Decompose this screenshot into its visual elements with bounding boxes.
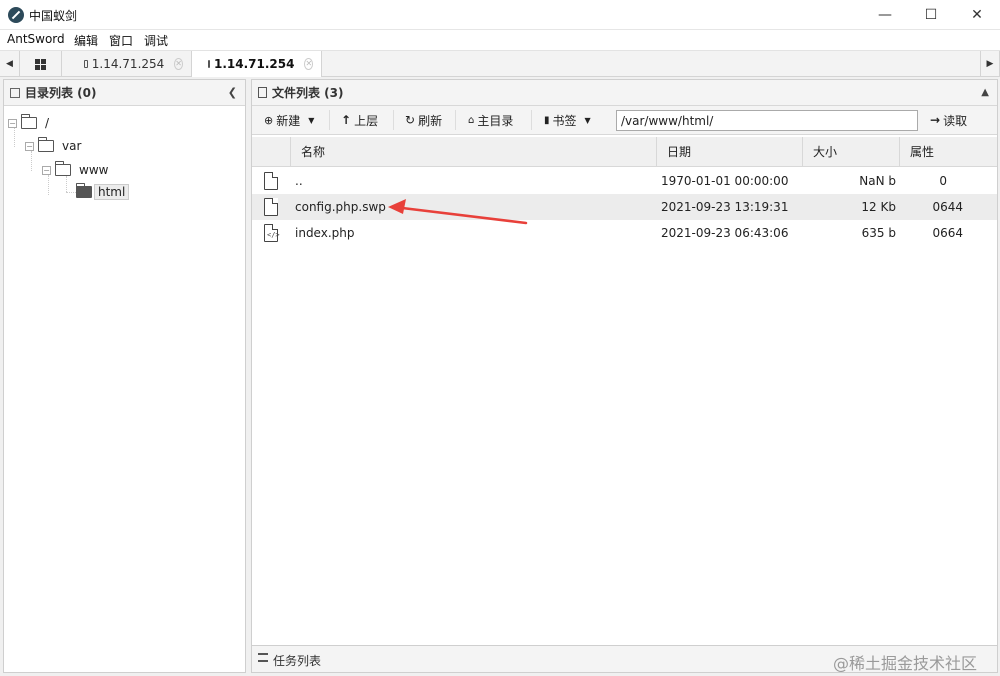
- arrow-right-icon: →: [930, 113, 941, 127]
- title-bar: 中国蚁剑 — ☐ ✕: [0, 0, 1000, 30]
- tree-node-label-selected: html: [94, 184, 130, 200]
- refresh-button[interactable]: ↻ 刷新: [399, 110, 448, 130]
- tree-node-root[interactable]: − /: [8, 114, 50, 130]
- tab-shell-2[interactable]: 1.14.71.254 ✕: [192, 51, 322, 77]
- tree-node-html[interactable]: html: [76, 183, 130, 200]
- annotation-arrow-icon: [388, 199, 528, 225]
- menu-window[interactable]: 窗口: [109, 32, 133, 49]
- tab-close-icon[interactable]: ✕: [174, 58, 183, 70]
- column-attr[interactable]: 属性: [899, 137, 997, 167]
- file-panel-header: 文件列表 (3) ▲: [252, 80, 997, 106]
- tab-label: 1.14.71.254: [91, 57, 165, 71]
- file-attr: 0644: [932, 200, 963, 214]
- folder-open-icon: [76, 183, 92, 198]
- tab-scroll-left-icon[interactable]: ◀: [0, 51, 20, 77]
- file-panel-title: 文件列表 (3): [272, 86, 344, 100]
- plus-circle-icon: ⊕: [264, 113, 274, 127]
- collapse-left-icon[interactable]: ❮: [228, 86, 237, 99]
- file-panel: 文件列表 (3) ▲ ⊕ 新建 ▼ ↑ 上层 ↻ 刷新 ⌂ 主目录 ▮ 书签 ▼: [251, 79, 998, 673]
- menu-debug[interactable]: 调试: [144, 32, 168, 49]
- collapse-toggle-icon[interactable]: −: [42, 165, 51, 175]
- file-name: ..: [295, 174, 303, 188]
- file-date: 2021-09-23 13:19:31: [661, 200, 789, 214]
- column-date[interactable]: 日期: [656, 137, 802, 167]
- new-button[interactable]: ⊕ 新建 ▼: [258, 110, 320, 130]
- file-toolbar: ⊕ 新建 ▼ ↑ 上层 ↻ 刷新 ⌂ 主目录 ▮ 书签 ▼ → 读取: [252, 106, 997, 135]
- file-icon: [258, 87, 267, 98]
- task-panel-title: 任务列表: [273, 654, 322, 668]
- window-icon: [10, 87, 20, 98]
- tree-node-label: www: [79, 163, 109, 177]
- file-row[interactable]: config.php.swp 2021-09-23 13:19:31 12 Kb…: [252, 194, 997, 220]
- file-row[interactable]: .. 1970-01-01 00:00:00 NaN b 0: [252, 168, 997, 194]
- tab-scroll-right-icon[interactable]: ▶: [980, 51, 1000, 77]
- chevron-down-icon: ▼: [308, 115, 315, 125]
- column-name[interactable]: 名称: [290, 137, 656, 167]
- file-name: index.php: [295, 226, 355, 240]
- tab-label: 1.14.71.254: [214, 57, 295, 71]
- directory-panel-title: 目录列表 (0): [25, 86, 97, 100]
- menu-bar: AntSword 编辑 窗口 调试: [0, 30, 1000, 50]
- chevron-down-icon: ▼: [584, 115, 591, 125]
- file-size: 635 b: [861, 226, 896, 240]
- tab-shell-1[interactable]: 1.14.71.254 ✕: [62, 51, 192, 77]
- menu-antsword[interactable]: AntSword: [7, 32, 65, 46]
- tree-node-label: var: [62, 139, 82, 153]
- directory-panel-header: 目录列表 (0) ❮: [4, 80, 245, 106]
- php-file-icon: </>: [264, 224, 280, 242]
- window-title: 中国蚁剑: [29, 9, 78, 23]
- close-button[interactable]: ✕: [954, 0, 1000, 30]
- grid-icon: [35, 58, 46, 70]
- menu-edit[interactable]: 编辑: [74, 32, 98, 49]
- minimize-button[interactable]: —: [862, 0, 908, 30]
- tab-bar: ◀ 1.14.71.254 ✕ 1.14.71.254 ✕ ▶: [0, 50, 1000, 77]
- tab-close-icon[interactable]: ✕: [304, 58, 314, 70]
- file-size: 12 Kb: [861, 200, 896, 214]
- tree-node-var[interactable]: − var: [25, 137, 82, 153]
- arrow-up-icon: ↑: [341, 113, 352, 127]
- file-date: 2021-09-23 06:43:06: [661, 226, 789, 240]
- read-button[interactable]: → 读取: [924, 110, 973, 130]
- folder-icon: [21, 114, 37, 129]
- file-icon: [264, 198, 278, 216]
- file-date: 1970-01-01 00:00:00: [661, 174, 789, 188]
- file-table-header: 名称 日期 大小 属性: [252, 137, 997, 167]
- file-row[interactable]: </> index.php 2021-09-23 06:43:06 635 b …: [252, 220, 997, 246]
- refresh-icon: ↻: [405, 113, 416, 127]
- list-icon: [258, 653, 268, 662]
- antsword-logo-icon: [8, 7, 24, 23]
- home-button[interactable]: ⌂ 主目录: [462, 110, 519, 130]
- tree-node-label: /: [45, 116, 50, 130]
- file-attr: 0664: [932, 226, 963, 240]
- file-icon: [264, 172, 278, 190]
- bookmark-button[interactable]: ▮ 书签 ▼: [538, 110, 597, 130]
- directory-panel: 目录列表 (0) ❮ − / − var − www html: [3, 79, 246, 673]
- collapse-up-icon[interactable]: ▲: [981, 87, 989, 98]
- tab-home[interactable]: [20, 51, 62, 77]
- collapse-toggle-icon[interactable]: −: [8, 118, 17, 128]
- file-name: config.php.swp: [295, 200, 386, 214]
- folder-icon: [84, 60, 88, 68]
- home-icon: ⌂: [468, 114, 475, 126]
- collapse-toggle-icon[interactable]: −: [25, 141, 34, 151]
- file-attr: 0: [939, 174, 947, 188]
- up-button[interactable]: ↑ 上层: [335, 110, 384, 130]
- bookmark-icon: ▮: [544, 114, 550, 126]
- tree-node-www[interactable]: − www: [42, 161, 109, 177]
- column-size[interactable]: 大小: [802, 137, 899, 167]
- file-size: NaN b: [859, 174, 896, 188]
- watermark: @稀土掘金技术社区: [833, 654, 978, 673]
- maximize-button[interactable]: ☐: [908, 0, 954, 30]
- path-input[interactable]: [616, 110, 918, 131]
- folder-icon: [38, 137, 54, 152]
- folder-icon: [55, 161, 71, 176]
- folder-icon: [208, 60, 210, 68]
